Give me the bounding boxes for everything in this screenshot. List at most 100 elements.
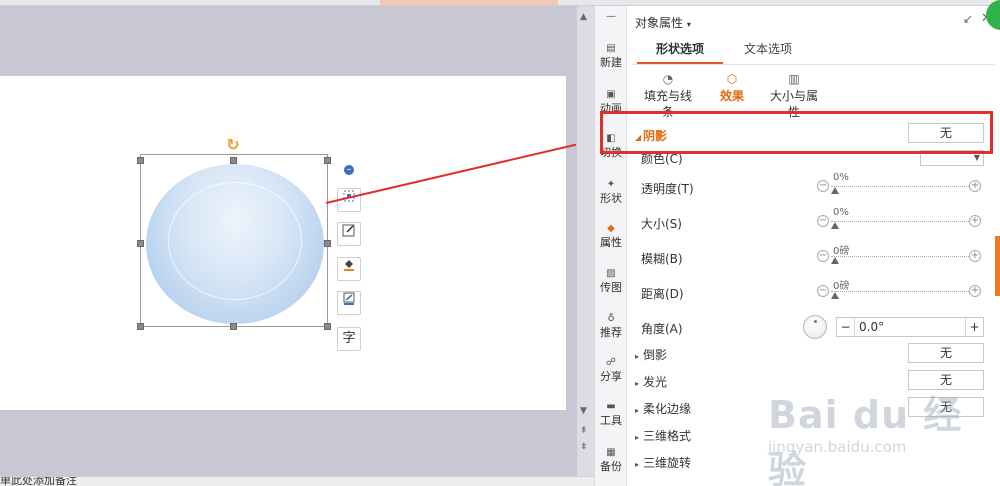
section-reflection-header[interactable]: ▸ 倒影 [635,346,667,363]
slider-thumb[interactable] [831,222,839,229]
pin-panel-icon[interactable]: ↙ [963,12,973,26]
sidebar-collapse[interactable]: — [595,10,627,24]
collapsed-triangle-icon: ▸ [635,379,640,388]
slider-thumb[interactable] [831,257,839,264]
layout-options-icon[interactable] [337,188,361,212]
subtab-effect[interactable]: ⬡ 效果 [715,70,749,104]
size-slider[interactable]: −0% + [817,207,983,229]
reflection-preset-select[interactable]: 无 [908,343,984,363]
blur-slider[interactable]: −0磅 + [817,246,983,264]
rotate-handle-icon[interactable]: ↻ [225,137,241,153]
angle-label: 角度(A) [641,322,683,336]
increase-icon[interactable]: + [969,285,981,297]
panel-title: 对象属性 [635,16,684,30]
angle-dial[interactable] [803,315,827,339]
slider-value: 0% [833,207,849,218]
sidebar-item-tools[interactable]: ▬ 工具 [595,400,627,428]
sidebar-item-label: 传图 [600,281,622,294]
sidebar-item-shape[interactable]: ✦ 形状 [595,178,627,206]
increase-icon[interactable]: + [969,250,981,262]
text-style-icon[interactable]: 字 [337,327,361,351]
fill-bucket-icon[interactable] [337,257,361,281]
increase-icon[interactable]: + [969,180,981,192]
size-label: 大小(S) [641,217,682,231]
collapse-toolbar-icon[interactable]: – [344,165,354,175]
recommend-icon: ♁ [607,313,615,324]
sidebar-item-properties[interactable]: ◆ 属性 [595,222,627,250]
subtab-label: 效果 [719,89,744,103]
backup-icon: ▦ [606,447,616,458]
collapsed-triangle-icon: ▸ [635,460,640,469]
sidebar-item-label: 分享 [600,370,622,383]
panel-edge-tab[interactable] [995,236,1000,296]
decrease-icon[interactable]: − [817,180,829,192]
section-label: 三维格式 [643,429,692,443]
tab-text-options[interactable]: 文本选项 [723,34,813,64]
decrease-icon[interactable]: − [817,215,829,227]
slider-thumb[interactable] [831,187,839,194]
angle-stepper[interactable]: − 0.0° + [836,317,984,337]
watermark-url: jingyan.baidu.com [768,438,907,456]
sidebar-item-backup[interactable]: ▦ 备份 [595,446,627,474]
vertical-scrollbar[interactable]: ▲ ▼ ⇞ ⇟ [576,6,594,476]
sidebar-item-label: 形状 [600,192,622,205]
collapsed-triangle-icon: ▸ [635,352,640,361]
slider-track [831,256,969,257]
scroll-page-down-icon[interactable]: ⇟ [580,442,590,452]
angle-value[interactable]: 0.0° [859,318,884,336]
collapse-icon: — [606,11,616,22]
sidebar-item-label: 备份 [600,460,622,473]
resize-handle-nw[interactable] [137,157,144,164]
section-label: 三维旋转 [643,456,692,470]
resize-handle-e[interactable] [324,240,331,247]
increase-icon[interactable]: + [965,318,983,336]
section-3d-format-header[interactable]: ▸ 三维格式 [635,427,691,444]
watermark: Bai du 经验 jingyan.baidu.com [762,376,1000,486]
scroll-page-up-icon[interactable]: ⇞ [580,426,590,436]
upload-image-icon: ▨ [606,268,616,279]
decrease-icon[interactable]: − [817,285,829,297]
section-3d-rotation-header[interactable]: ▸ 三维旋转 [635,454,691,471]
resize-handle-w[interactable] [137,240,144,247]
scroll-up-icon[interactable]: ▲ [580,12,590,22]
section-glow-header[interactable]: ▸ 发光 [635,373,667,390]
sidebar-item-label: 属性 [600,236,622,249]
decrease-icon[interactable]: − [837,318,855,336]
edit-shape-icon[interactable] [337,222,361,246]
blur-label: 模糊(B) [641,252,683,266]
increase-icon[interactable]: + [969,215,981,227]
slider-thumb[interactable] [831,292,839,299]
sidebar-item-upload-image[interactable]: ▨ 传图 [595,267,627,295]
share-icon: ☍ [605,357,617,368]
sidebar-item-share[interactable]: ☍ 分享 [595,356,627,384]
sidebar-item-label: 推荐 [600,326,622,339]
resize-handle-ne[interactable] [324,157,331,164]
resize-handle-s[interactable] [230,323,237,330]
distance-slider[interactable]: −0磅 + [817,281,983,299]
resize-handle-se[interactable] [324,323,331,330]
sidebar-item-recommend[interactable]: ♁ 推荐 [595,312,627,340]
resize-handle-n[interactable] [230,157,237,164]
ellipse-shape[interactable] [146,164,324,324]
transparency-slider[interactable]: −0% + [817,172,983,194]
slider-track [831,186,969,187]
sidebar-item-new[interactable]: ▤ 新建 [595,42,627,70]
fill-line-icon: ◔ [662,72,674,86]
new-icon: ▤ [606,43,616,54]
tab-shape-options[interactable]: 形状选项 [637,34,723,64]
task-pane-sidebar: — ▤ 新建 ▣ 动画 ◧ 切换 ✦ 形状 ◆ 属性 ▨ 传图 ♁ 推荐 ☍ 分享 ▬ 工具 ▦ 备… [594,6,626,486]
panel-title-dropdown[interactable]: 对象属性 ▾ [635,14,691,31]
section-soft-edges-header[interactable]: ▸ 柔化边缘 [635,400,691,417]
tab-divider [633,64,995,65]
section-label: 发光 [643,375,668,389]
toolbox-icon: ▬ [606,401,616,412]
distance-label: 距离(D) [641,287,684,301]
resize-handle-sw[interactable] [137,323,144,330]
decrease-icon[interactable]: − [817,250,829,262]
effect-cube-icon: ⬡ [726,72,738,86]
outline-pen-icon[interactable] [337,291,361,315]
sidebar-item-label: 工具 [600,414,622,427]
scroll-down-icon[interactable]: ▼ [580,406,590,416]
sidebar-item-label: 新建 [600,56,622,69]
angle-dial-marker [814,320,817,323]
